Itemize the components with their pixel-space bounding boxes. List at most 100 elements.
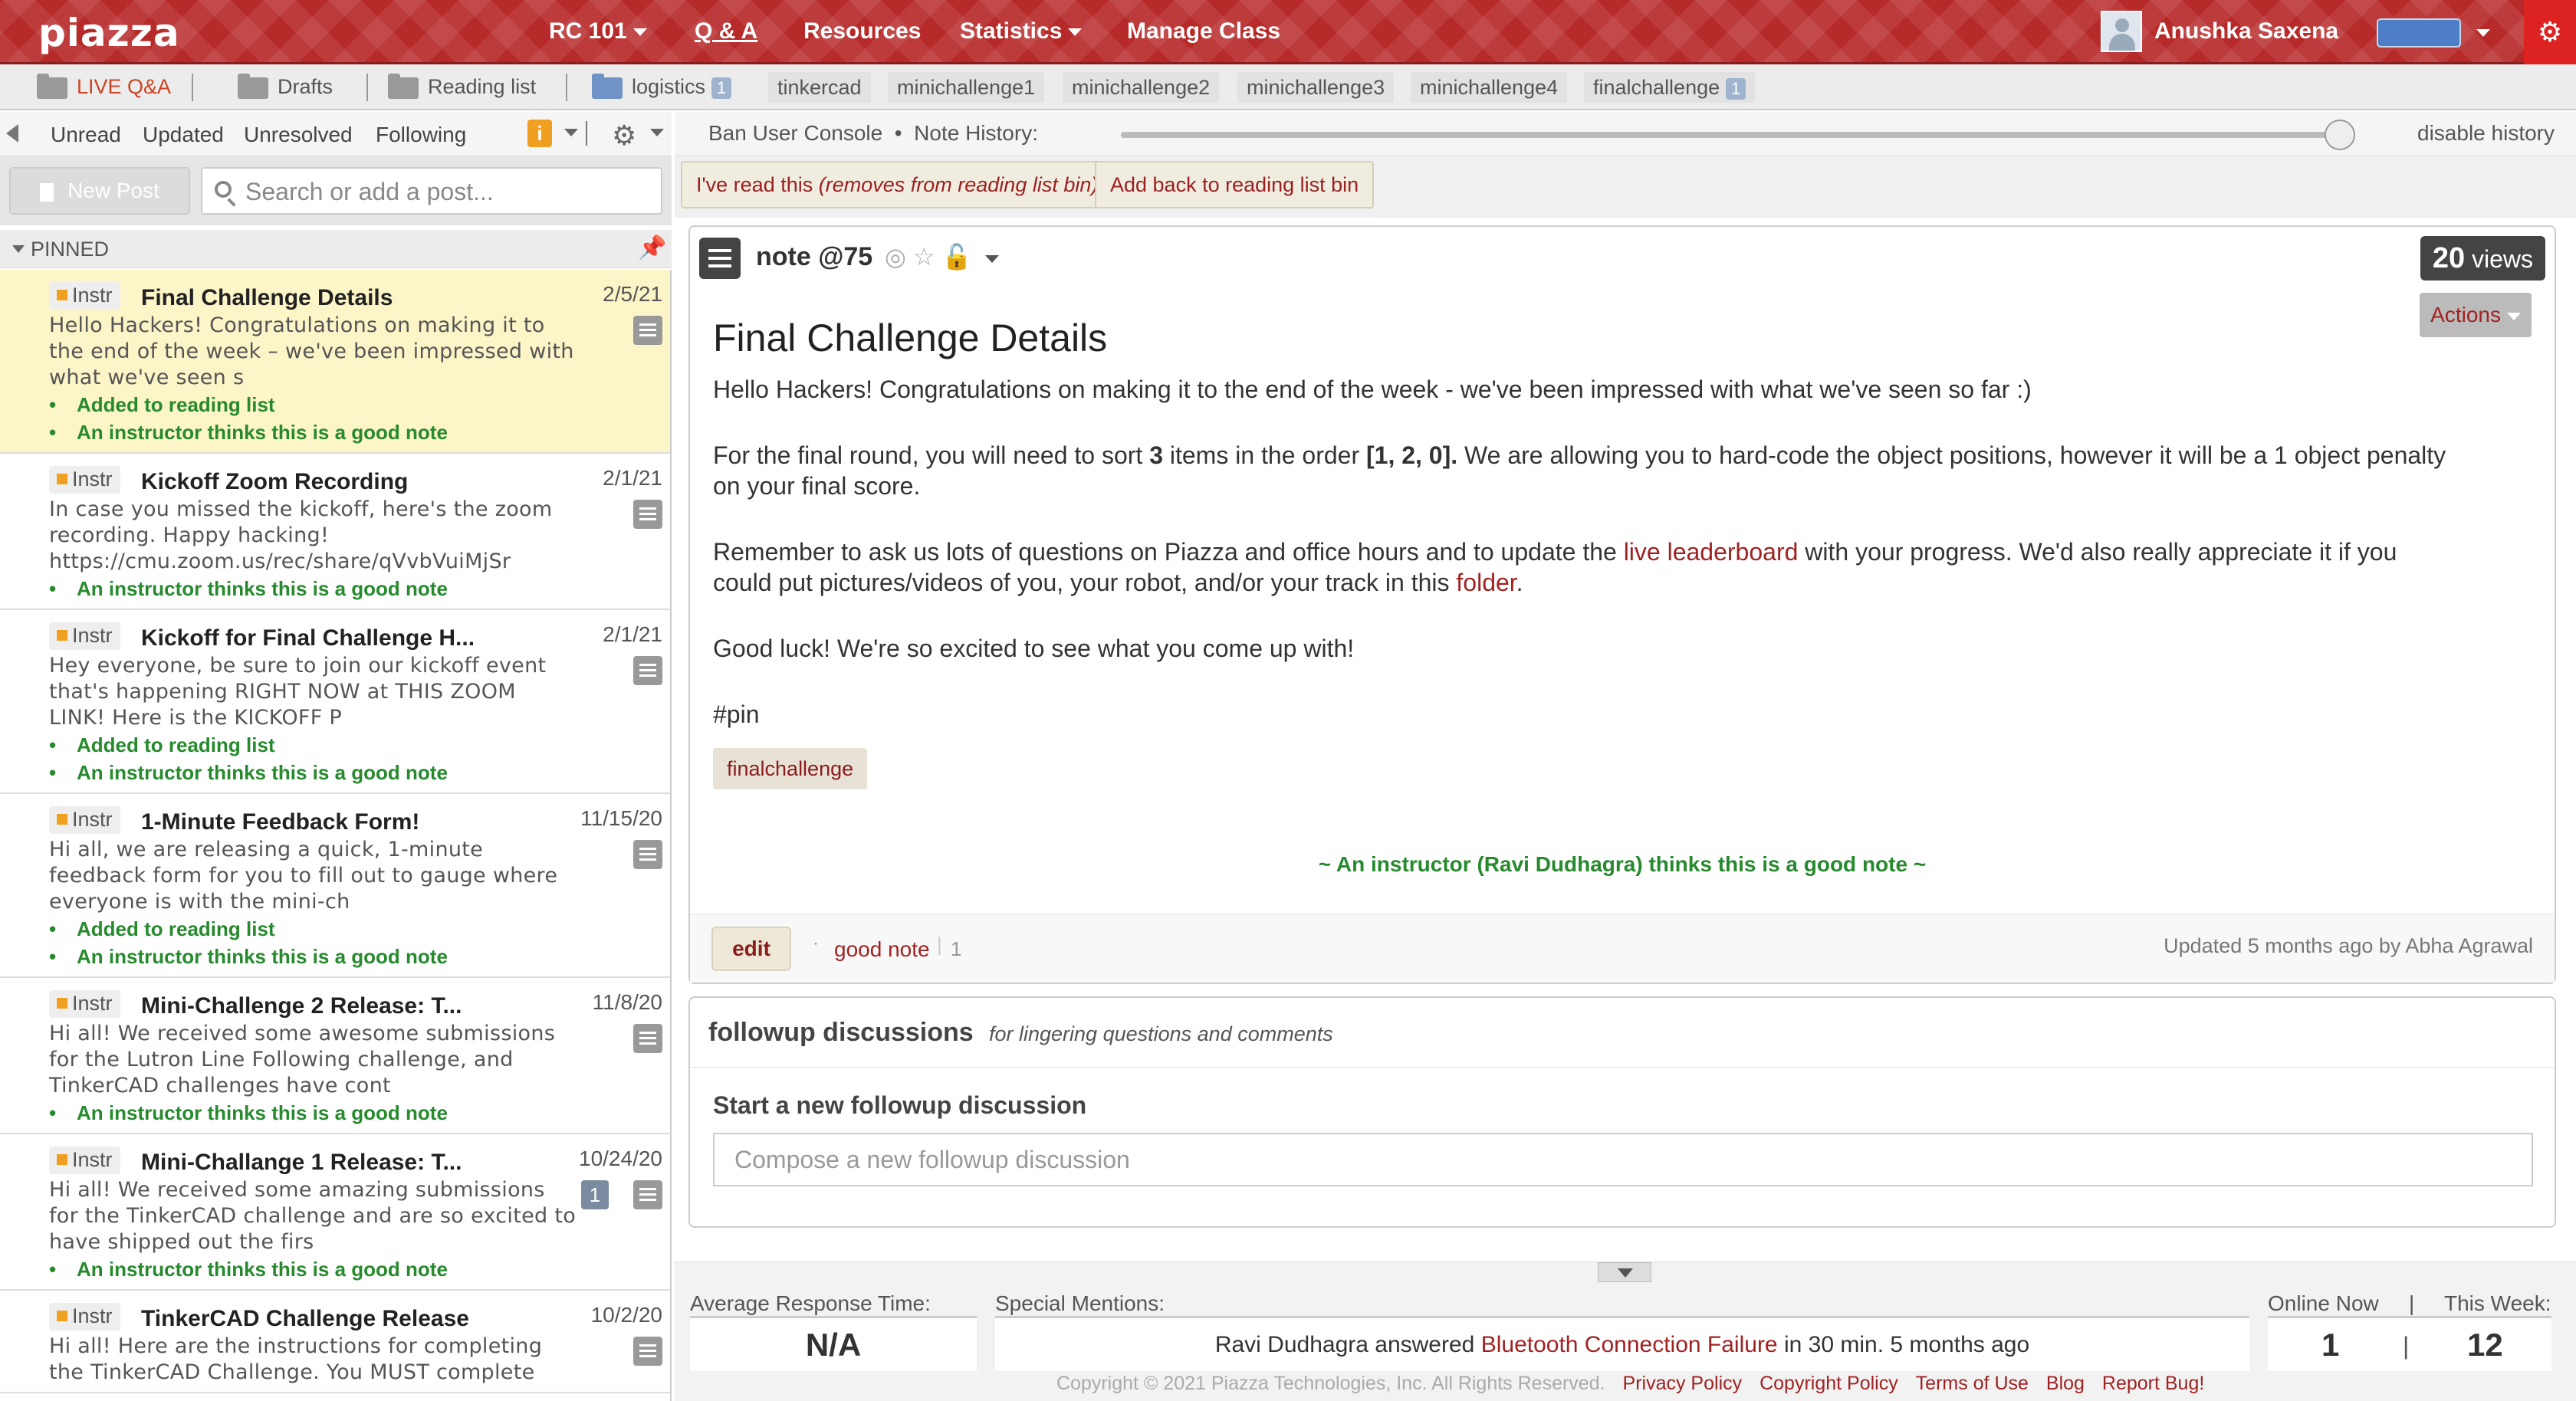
folder-minichallenge3[interactable]: minichallenge3: [1237, 72, 1395, 103]
folder-minichallenge4[interactable]: minichallenge4: [1411, 72, 1568, 103]
course-selector[interactable]: RC 101: [549, 18, 647, 44]
filter-unread[interactable]: Unread: [51, 123, 121, 147]
topic-tag[interactable]: finalchallenge: [713, 748, 868, 789]
post-meta: Added to reading list: [0, 915, 670, 943]
post-feed: Instr Final Challenge Details 2/5/21 Hel…: [0, 270, 672, 1401]
folder-link[interactable]: folder: [1456, 569, 1516, 596]
new-post-button[interactable]: New Post: [9, 167, 190, 215]
copyright-policy-link[interactable]: Copyright Policy: [1760, 1373, 1898, 1394]
folder-label: Reading list: [428, 75, 537, 98]
feed-post[interactable]: Instr Mini-Challenge 2 Release: T... 11/…: [0, 978, 670, 1134]
pinned-label: PINNED: [31, 238, 110, 261]
lock-icon[interactable]: 🔓: [941, 243, 972, 271]
course-name: RC 101: [549, 18, 627, 44]
mark-read-button[interactable]: I've read this (removes from reading lis…: [681, 161, 1114, 208]
collapse-left-icon[interactable]: [6, 124, 18, 143]
chevron-down-icon[interactable]: [2476, 29, 2490, 37]
stats-bar: Average Response Time: N/A Special Menti…: [675, 1262, 2576, 1401]
bold-text: [1, 2, 0].: [1365, 441, 1458, 469]
folder-live-qa[interactable]: LIVE Q&A: [37, 73, 171, 99]
start-followup-label: Start a new followup discussion: [713, 1091, 1087, 1119]
good-note-button[interactable]: good note: [834, 937, 930, 962]
live-leaderboard-link[interactable]: live leaderboard: [1624, 538, 1799, 566]
watch-icon[interactable]: ◎: [885, 243, 906, 271]
new-post-label: New Post: [67, 179, 159, 202]
add-back-reading-button[interactable]: Add back to reading list bin: [1095, 161, 1375, 208]
piazza-logo[interactable]: piazza: [38, 11, 180, 55]
note-header: note @75 ◎ ☆ 🔓 20 views: [690, 227, 2555, 291]
note-footer: edit · good note | 1 Updated 5 months ag…: [690, 914, 2555, 983]
filter-unresolved[interactable]: Unresolved: [244, 123, 353, 147]
divider: [366, 74, 368, 101]
note-icon: [633, 316, 662, 345]
post-meta: Added to reading list: [0, 391, 670, 418]
star-icon[interactable]: ☆: [913, 243, 935, 271]
filter-updated[interactable]: Updated: [143, 123, 224, 147]
collapse-stats-icon[interactable]: [1598, 1262, 1651, 1282]
post-excerpt: Hi all! We received some amazing submiss…: [49, 1178, 577, 1254]
instructor-badge: Instr: [49, 990, 120, 1018]
post-meta: An instructor thinks this is a good note: [0, 575, 670, 602]
instructor-badge: Instr: [49, 1303, 120, 1330]
filter-following[interactable]: Following: [376, 123, 466, 147]
search-box[interactable]: [201, 167, 662, 215]
blog-link[interactable]: Blog: [2046, 1373, 2085, 1394]
user-color-button[interactable]: [2377, 18, 2461, 48]
feed-post[interactable]: Instr Kickoff Zoom Recording 2/1/21 In c…: [0, 454, 670, 610]
text-span: items in the order: [1162, 441, 1366, 469]
folder-finalchallenge[interactable]: finalchallenge 1: [1584, 72, 1756, 103]
avatar[interactable]: [2101, 11, 2142, 52]
report-bug-link[interactable]: Report Bug!: [2102, 1373, 2204, 1394]
compose-followup-input[interactable]: [713, 1133, 2533, 1186]
good-note-status: An instructor thinks this is a good note: [77, 761, 448, 784]
feed-post[interactable]: Instr Mini-Challange 1 Release: T... 10/…: [0, 1134, 670, 1291]
search-input[interactable]: [245, 176, 652, 207]
privacy-policy-link[interactable]: Privacy Policy: [1623, 1373, 1743, 1394]
note-paragraph: #pin: [713, 700, 760, 728]
post-meta: An instructor thinks this is a good note: [0, 943, 670, 970]
nav-qa[interactable]: Q & A: [695, 18, 757, 44]
mention-post-link[interactable]: Bluetooth Connection Failure: [1481, 1332, 1778, 1357]
history-slider-track[interactable]: [1121, 132, 2341, 138]
folder-logistics[interactable]: logistics 1: [592, 73, 732, 99]
feed-post[interactable]: Instr TinkerCAD Challenge Release 10/2/2…: [0, 1291, 670, 1393]
gear-icon[interactable]: ⚙: [2524, 0, 2576, 64]
divider: [690, 1067, 2555, 1068]
edit-button[interactable]: edit: [711, 927, 791, 971]
ban-user-console-link: Ban User Console • Note History:: [708, 121, 1038, 145]
special-mention: Ravi Dudhagra answered Bluetooth Connect…: [995, 1318, 2249, 1372]
folder-reading-list[interactable]: Reading list: [388, 73, 537, 99]
post-meta: An instructor thinks this is a good note: [0, 1099, 670, 1127]
note-body: Final Challenge Details Hello Hackers! C…: [713, 316, 2461, 789]
online-stats-box: 1 | 12: [2268, 1316, 2551, 1371]
folder-drafts[interactable]: Drafts: [238, 73, 333, 99]
nav-statistics[interactable]: Statistics: [960, 18, 1083, 44]
pin-icon: 📌: [638, 235, 667, 261]
feed-post[interactable]: Instr Final Challenge Details 2/5/21 Hel…: [0, 270, 670, 454]
feed-post[interactable]: Instr 1-Minute Feedback Form! 11/15/20 H…: [0, 794, 670, 978]
user-name[interactable]: Anushka Saxena: [2154, 18, 2338, 44]
chevron-down-icon[interactable]: [564, 129, 578, 136]
chevron-down-icon: [1068, 28, 1083, 37]
ban-user-console[interactable]: Ban User Console: [708, 121, 882, 145]
search-row: New Post: [0, 156, 672, 225]
nav-manage-class[interactable]: Manage Class: [1127, 18, 1280, 44]
stats-separator: |: [2403, 1332, 2410, 1360]
instructor-badge: Instr: [49, 1147, 120, 1174]
note-icon: [633, 840, 662, 869]
gear-icon[interactable]: ⚙: [612, 120, 636, 152]
history-slider-handle[interactable]: [2325, 120, 2355, 150]
chevron-down-icon[interactable]: [985, 254, 1000, 263]
nav-resources[interactable]: Resources: [803, 18, 921, 44]
chevron-down-icon[interactable]: [650, 129, 664, 136]
info-icon[interactable]: i: [527, 120, 552, 147]
folder-tinkercad[interactable]: tinkercad: [768, 72, 871, 103]
terms-link[interactable]: Terms of Use: [1916, 1373, 2029, 1394]
feed-post[interactable]: Instr Kickoff for Final Challenge H... 2…: [0, 610, 670, 794]
folder-minichallenge1[interactable]: minichallenge1: [888, 72, 1045, 103]
pinned-header[interactable]: PINNED 📌: [0, 230, 672, 268]
folder-minichallenge2[interactable]: minichallenge2: [1063, 72, 1220, 103]
disable-history-link[interactable]: disable history: [2417, 121, 2555, 146]
reading-list-status: Added to reading list: [77, 393, 275, 416]
divider: [566, 74, 567, 101]
